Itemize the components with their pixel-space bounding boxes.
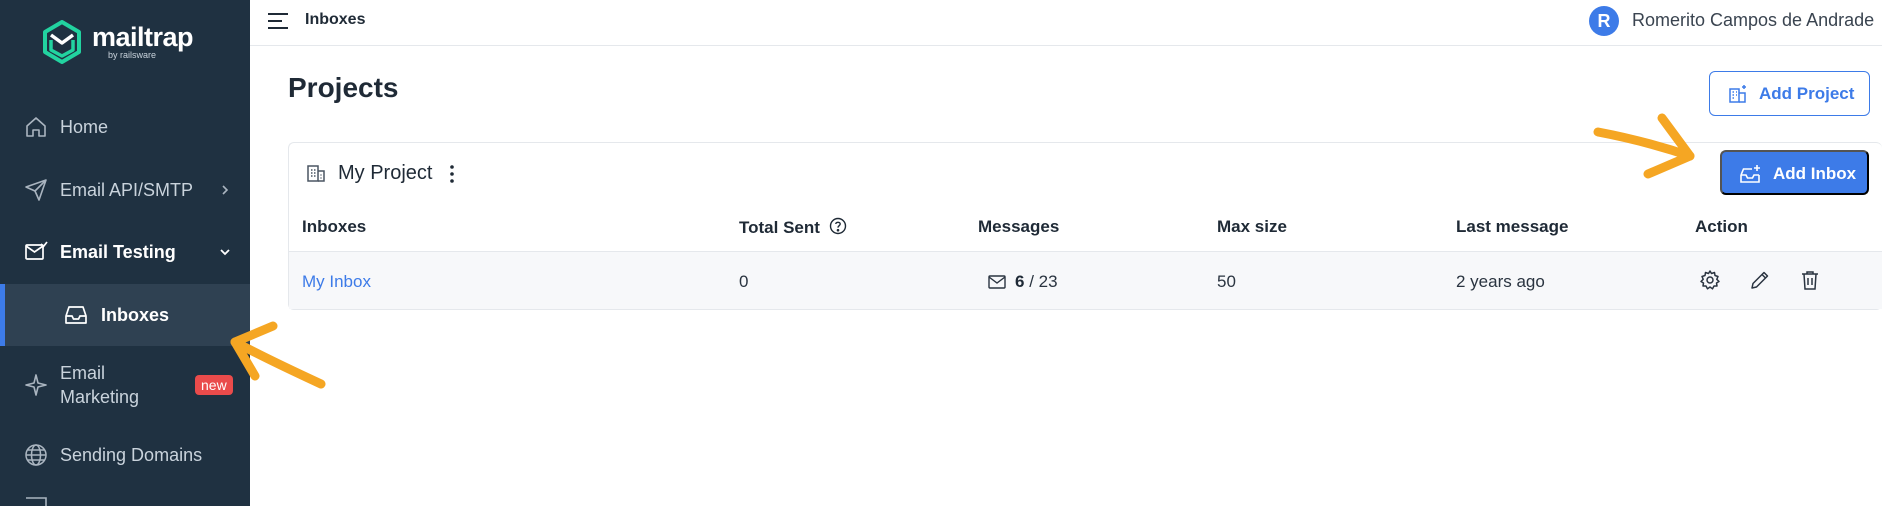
mail-check-icon xyxy=(25,241,48,260)
globe-icon xyxy=(25,444,47,466)
sidebar-item-inboxes[interactable]: Inboxes xyxy=(0,284,250,346)
sidebar-item-label: Email Testing xyxy=(60,241,176,262)
chevron-right-icon xyxy=(222,185,229,195)
avatar[interactable]: R xyxy=(1589,6,1619,36)
home-icon xyxy=(26,117,46,137)
add-inbox-button[interactable]: Add Inbox xyxy=(1720,150,1869,195)
sidebar: mailtrap by railsware Home Email API/SMT… xyxy=(0,0,250,506)
add-inbox-icon xyxy=(1740,165,1760,183)
add-project-label: Add Project xyxy=(1759,84,1855,103)
user-name[interactable]: Romerito Campos de Andrade xyxy=(1632,10,1874,31)
building-icon xyxy=(307,165,325,182)
more-item-icon xyxy=(26,497,47,506)
logo-name: mailtrap xyxy=(92,22,194,52)
column-header-messages[interactable]: Messages xyxy=(978,217,1059,237)
last-message-value: 2 years ago xyxy=(1456,272,1545,291)
sidebar-item-label: Sending Domains xyxy=(60,444,203,465)
column-header-action: Action xyxy=(1695,217,1748,236)
envelope-icon xyxy=(988,275,1006,289)
messages-total: / 23 xyxy=(1029,272,1058,291)
sparkle-icon xyxy=(25,374,47,396)
sidebar-item-email-marketing[interactable]: Email Marketing new xyxy=(0,360,250,410)
column-header-inboxes[interactable]: Inboxes xyxy=(302,217,366,237)
column-header-label: Total Sent xyxy=(739,218,820,237)
total-sent-value: 0 xyxy=(739,272,749,291)
send-icon xyxy=(25,179,47,201)
label-line-2: Marketing xyxy=(60,387,140,407)
top-bar: Inboxes R Romerito Campos de Andrade xyxy=(250,0,1882,46)
sidebar-item-email-testing[interactable]: Email Testing xyxy=(0,237,250,267)
sidebar-item-label: Email API/SMTP xyxy=(60,179,194,200)
sidebar-item-label: Inboxes xyxy=(101,304,170,325)
sidebar-item-email-api-smtp[interactable]: Email API/SMTP xyxy=(0,175,250,205)
mailtrap-logo-icon xyxy=(43,20,81,64)
hamburger-menu-icon[interactable] xyxy=(267,12,289,30)
sidebar-item-label: Email Marketing xyxy=(60,361,139,409)
column-header-total-sent[interactable]: Total Sent xyxy=(739,217,847,238)
sidebar-item-partial[interactable] xyxy=(0,496,250,506)
annotation-arrow-inboxes xyxy=(230,321,326,389)
mailtrap-logo[interactable]: mailtrap by railsware xyxy=(42,20,194,64)
add-project-icon xyxy=(1729,85,1746,103)
app-window: mailtrap by railsware Home Email API/SMT… xyxy=(0,0,1882,506)
max-size-value: 50 xyxy=(1217,272,1236,291)
chevron-down-icon xyxy=(220,249,230,256)
add-inbox-label: Add Inbox xyxy=(1773,164,1857,183)
inbox-icon xyxy=(65,306,87,324)
table-row[interactable]: My Inbox 0 6 / 23 50 2 years ago xyxy=(289,251,1882,309)
sidebar-item-sending-domains[interactable]: Sending Domains xyxy=(0,440,250,470)
project-name: My Project xyxy=(338,162,433,184)
active-indicator xyxy=(0,284,5,346)
kebab-menu-icon[interactable] xyxy=(447,163,457,185)
sidebar-item-label: Home xyxy=(60,116,109,137)
add-project-button[interactable]: Add Project xyxy=(1709,71,1870,116)
label-line-1: Email xyxy=(60,363,106,383)
messages-unread: 6 xyxy=(1015,272,1025,291)
inbox-link[interactable]: My Inbox xyxy=(302,272,371,292)
gear-icon[interactable] xyxy=(1699,269,1721,291)
column-header-last-message[interactable]: Last message xyxy=(1456,217,1568,237)
messages-cell: 6 / 23 xyxy=(983,272,1058,292)
pencil-icon[interactable] xyxy=(1749,269,1771,291)
breadcrumb: Inboxes xyxy=(305,11,366,28)
trash-icon[interactable] xyxy=(1799,269,1821,291)
sidebar-item-home[interactable]: Home xyxy=(0,112,250,142)
page-title: Projects xyxy=(288,72,399,103)
annotation-arrow-add-inbox xyxy=(1593,113,1695,179)
column-header-max-size[interactable]: Max size xyxy=(1217,217,1287,237)
help-icon[interactable] xyxy=(829,217,847,235)
